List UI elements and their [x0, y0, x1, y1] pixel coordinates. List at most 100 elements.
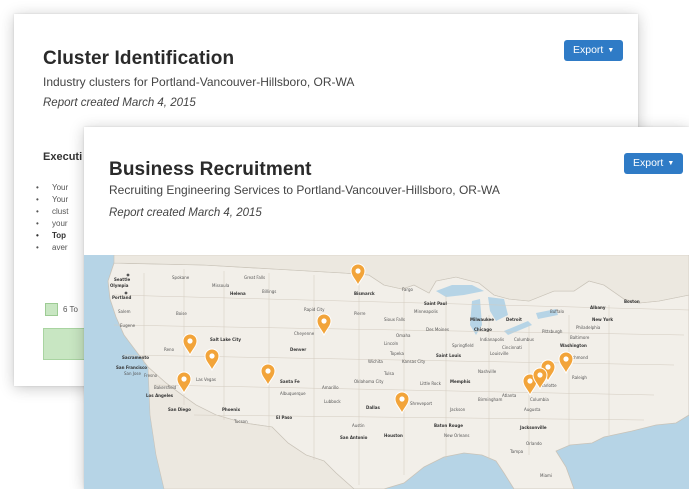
- export-button[interactable]: Export ▼: [564, 40, 624, 61]
- city-label: Baton Rouge: [434, 423, 463, 428]
- city-label: Kansas City: [402, 359, 426, 364]
- city-label: Missoula: [212, 283, 230, 288]
- city-label: Miami: [540, 473, 552, 478]
- business-recruitment-card: Business Recruitment Recruiting Engineer…: [84, 127, 689, 489]
- export-button[interactable]: Export ▼: [624, 153, 684, 174]
- city-label: Washington: [560, 343, 587, 348]
- city-label: Boston: [624, 299, 640, 304]
- city-label: Sioux Falls: [384, 317, 405, 322]
- city-label: Memphis: [450, 379, 471, 384]
- city-label: Birmingham: [478, 397, 502, 402]
- city-label: Fargo: [402, 287, 413, 292]
- city-label: Saint Paul: [424, 301, 447, 306]
- city-label: Albany: [590, 305, 606, 310]
- city-label: Bakersfield: [154, 385, 177, 390]
- city-label: Cincinnati: [502, 345, 522, 350]
- city-label: Reno: [164, 347, 175, 352]
- city-label: Pittsburgh: [542, 329, 563, 334]
- city-label: Minneapolis: [414, 309, 438, 314]
- city-label: Orlando: [526, 441, 542, 446]
- city-label: Jacksonville: [519, 425, 547, 430]
- city-label: Philadelphia: [576, 325, 601, 330]
- city-label: Columbia: [530, 397, 549, 402]
- page-subtitle: Recruiting Engineering Services to Portl…: [109, 183, 500, 197]
- city-label: Little Rock: [420, 381, 442, 386]
- city-label: Sacramento: [122, 355, 149, 360]
- city-label: Boise: [176, 311, 187, 316]
- city-label: Santa Fe: [280, 379, 300, 384]
- city-label: Amarillo: [322, 385, 339, 390]
- city-label: Bismarck: [354, 291, 375, 296]
- city-label: Denver: [290, 347, 306, 352]
- page-subtitle: Industry clusters for Portland-Vancouver…: [43, 75, 355, 89]
- city-label: Portland: [112, 295, 131, 300]
- city-label: Dallas: [366, 405, 380, 410]
- city-label: Baltimore: [570, 335, 590, 340]
- us-map[interactable]: Seattle Olympia Portland Salem Eugene Sp…: [84, 255, 689, 489]
- page-title: Cluster Identification: [43, 48, 235, 69]
- city-label: Wichita: [368, 359, 383, 364]
- city-label: Springfield: [452, 343, 474, 348]
- city-label: Helena: [230, 291, 246, 296]
- city-label: Milwaukee: [470, 317, 494, 322]
- city-label: Chicago: [474, 327, 492, 332]
- city-label: Houston: [384, 433, 403, 438]
- city-label: Detroit: [506, 317, 522, 322]
- city-label: Pierre: [354, 311, 366, 316]
- city-label: New Orleans: [444, 433, 469, 438]
- city-label: Rapid City: [304, 307, 325, 312]
- city-label: Albuquerque: [280, 391, 306, 396]
- map-canvas[interactable]: Seattle Olympia Portland Salem Eugene Sp…: [84, 255, 689, 489]
- city-label: Topeka: [389, 351, 404, 356]
- city-label: San Antonio: [340, 435, 368, 440]
- city-label: Salem: [118, 309, 131, 314]
- city-label: Saint Louis: [436, 353, 462, 358]
- legend-item: 6 To: [45, 303, 78, 316]
- city-label: Lubbock: [324, 399, 341, 404]
- city-label: Buffalo: [550, 309, 565, 314]
- city-label: New York: [592, 317, 613, 322]
- city-label: Las Vegas: [196, 377, 216, 382]
- city-label: Eugene: [120, 323, 136, 328]
- city-label: Austin: [352, 423, 365, 428]
- city-label: Shreveport: [410, 401, 433, 406]
- city-label: Jackson: [449, 407, 466, 412]
- city-label: Nashville: [478, 369, 497, 374]
- city-label: Atlanta: [502, 393, 517, 398]
- city-label: El Paso: [276, 415, 292, 420]
- city-label: Phoenix: [222, 407, 240, 412]
- city-label: Olympia: [110, 283, 129, 288]
- city-label: Tampa: [509, 449, 524, 454]
- city-label: Augusta: [524, 407, 541, 412]
- city-label: Fresno: [144, 373, 158, 378]
- city-label: Los Angeles: [146, 393, 174, 398]
- export-button-label: Export: [573, 44, 604, 56]
- city-label: Columbus: [514, 337, 534, 342]
- city-label: San Francisco: [116, 365, 147, 370]
- city-label: Oklahoma City: [354, 379, 384, 384]
- city-label: Great Falls: [244, 275, 265, 280]
- caret-down-icon: ▼: [607, 47, 615, 54]
- export-button-label: Export: [633, 157, 664, 169]
- city-label: Spokane: [172, 275, 190, 280]
- legend-label: 6 To: [63, 305, 78, 314]
- city-label: San Jose: [124, 371, 142, 376]
- city-label: Billings: [262, 289, 276, 294]
- city-label: Salt Lake City: [210, 337, 241, 342]
- city-label: Indianapolis: [480, 337, 504, 342]
- city-label: Des Moines: [426, 327, 449, 332]
- report-created-date: Report created March 4, 2015: [109, 207, 262, 219]
- city-label: Lincoln: [384, 341, 399, 346]
- legend-swatch: [45, 303, 58, 316]
- report-created-date: Report created March 4, 2015: [43, 97, 196, 109]
- section-heading: Executi: [43, 151, 83, 163]
- city-label: Cheyenne: [294, 331, 315, 336]
- city-label: Raleigh: [572, 375, 587, 380]
- city-label: San Diego: [168, 407, 191, 412]
- city-label: Louisville: [490, 351, 509, 356]
- city-label: Tulsa: [383, 371, 395, 376]
- caret-down-icon: ▼: [667, 160, 675, 167]
- page-title: Business Recruitment: [109, 159, 312, 180]
- city-label: Tucson: [233, 419, 248, 424]
- city-label: Seattle: [114, 277, 130, 282]
